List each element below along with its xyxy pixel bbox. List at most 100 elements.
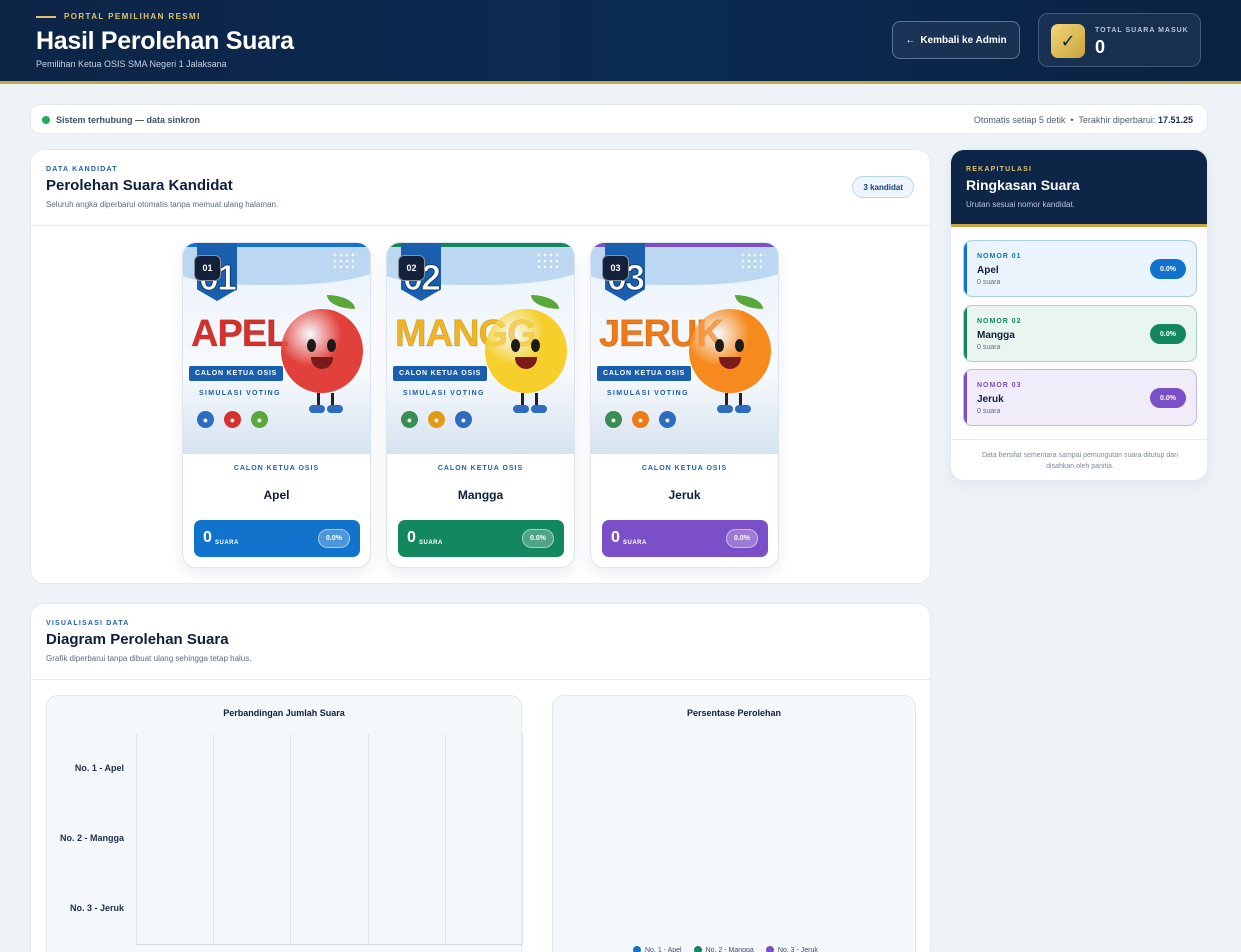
poster-banner: CALON KETUA OSIS <box>393 366 488 381</box>
legend-swatch <box>765 946 774 952</box>
bar-category-label: No. 1 - Apel <box>74 763 124 773</box>
poster-icons: ● ● ● <box>197 411 268 428</box>
chart-gridline <box>213 734 215 944</box>
top-header: PORTAL PEMILIHAN RESMI Hasil Perolehan S… <box>0 0 1241 84</box>
back-to-admin-button[interactable]: ← Kembali ke Admin <box>892 21 1020 59</box>
chart-gridline <box>290 734 292 944</box>
chart-axis <box>136 944 522 945</box>
candidate-name: Mangga <box>457 488 504 502</box>
panel-divider <box>31 679 930 680</box>
summary-header: REKAPITULASI Ringkasan Suara Urutan sesu… <box>951 150 1207 227</box>
poster-banner: CALON KETUA OSIS <box>189 366 284 381</box>
summary-item-accent <box>964 306 967 361</box>
chart-gridline <box>136 734 137 944</box>
summary-item-name: Mangga <box>977 330 1015 341</box>
sync-status-text: Sistem terhubung — data sinkron <box>56 115 201 125</box>
mascot-legs <box>713 393 753 413</box>
vote-count-pill: 0 SUARA 0.0% <box>398 520 564 557</box>
poster-icons: ● ● ● <box>401 411 472 428</box>
auto-refresh-text: Otomatis setiap 5 detik <box>973 115 1066 125</box>
candidate-card: 01APELCALON KETUA OSISSIMULASI VOTING●●●… <box>182 242 371 568</box>
mascot-eye <box>715 339 724 352</box>
fruit-mascot-icon <box>485 295 567 393</box>
legend-swatch <box>633 946 641 952</box>
bar-chart-title: Perbandingan Jumlah Suara <box>223 708 345 718</box>
page-title: Hasil Perolehan Suara <box>36 27 294 55</box>
header-eyebrow: PORTAL PEMILIHAN RESMI <box>36 12 201 21</box>
candidate-number-badge: 03 <box>602 255 629 281</box>
total-votes-label: TOTAL SUARA MASUK <box>1095 27 1189 34</box>
chart-panel: VISUALISASI DATA Diagram Perolehan Suara… <box>30 603 931 952</box>
summary-panel: REKAPITULASI Ringkasan Suara Urutan sesu… <box>950 149 1208 481</box>
legend-label: No. 2 - Mangga <box>705 946 754 952</box>
summary-item-number: NOMOR 01 <box>977 253 1022 260</box>
poster-badge-icon: ● <box>224 411 241 428</box>
connection-status-icon <box>42 116 50 124</box>
candidate-number-badge: 02 <box>398 255 425 281</box>
vote-count-pill: 0 SUARA 0.0% <box>602 520 768 557</box>
vote-percent-badge: 0.0% <box>726 529 758 548</box>
summary-item-votes: 0 suara <box>977 408 1001 415</box>
summary-item-name: Jeruk <box>977 394 1004 405</box>
poster-badge-icon: ● <box>197 411 214 428</box>
candidate-name: Apel <box>263 488 290 502</box>
candidate-card: 03JERUKCALON KETUA OSISSIMULASI VOTING●●… <box>590 242 779 568</box>
last-updated-time: 17.51.25 <box>1157 115 1193 125</box>
mascot-legs <box>509 393 549 413</box>
header-eyebrow-text: PORTAL PEMILIHAN RESMI <box>64 12 201 21</box>
bar-chart: Perbandingan Jumlah Suara No. 1 - Apel No… <box>46 695 523 952</box>
panel-eyebrow: DATA KANDIDAT <box>46 166 118 173</box>
legend-item: No. 1 - Apel <box>633 946 682 952</box>
legend-item: No. 3 - Jeruk <box>765 946 818 952</box>
poster-tagline: SIMULASI VOTING <box>403 390 485 397</box>
summary-item-accent <box>964 370 967 425</box>
poster-badge-icon: ● <box>605 411 622 428</box>
page-subtitle: Pemilihan Ketua OSIS SMA Negeri 1 Jalaks… <box>36 59 227 69</box>
panel-subtitle: Grafik diperbarui tanpa dibuat ulang seh… <box>46 654 252 663</box>
bar-category-label: No. 3 - Jeruk <box>69 903 124 913</box>
chart-gridline <box>522 734 523 944</box>
summary-title: Ringkasan Suara <box>966 177 1080 193</box>
summary-item-percent: 0.0% <box>1150 259 1186 279</box>
poster-icons: ● ● ● <box>605 411 676 428</box>
vote-count: 0 <box>407 529 416 546</box>
vote-unit: SUARA <box>215 540 239 546</box>
poster-tagline: SIMULASI VOTING <box>607 390 689 397</box>
poster-badge-icon: ● <box>632 411 649 428</box>
summary-item: NOMOR 01 Apel 0 suara 0.0% <box>963 240 1197 297</box>
summary-footnote: Data bersifat sementara sampai pemunguta… <box>951 439 1207 480</box>
summary-item-name: Apel <box>977 265 999 276</box>
summary-item-percent: 0.0% <box>1150 388 1186 408</box>
poster-banner: CALON KETUA OSIS <box>597 366 692 381</box>
poster-dots <box>536 252 562 272</box>
back-button-label: Kembali ke Admin <box>920 34 1007 46</box>
poster-badge-icon: ● <box>401 411 418 428</box>
poster-badge-icon: ● <box>455 411 472 428</box>
summary-item-votes: 0 suara <box>977 344 1001 351</box>
summary-eyebrow: REKAPITULASI <box>966 166 1033 173</box>
arrow-left-icon: ← <box>905 34 916 46</box>
pie-chart-title: Persentase Perolehan <box>686 708 782 718</box>
chart-gridline <box>367 734 369 944</box>
poster-name: APEL <box>190 313 289 356</box>
summary-item-votes: 0 suara <box>977 279 1001 286</box>
total-votes-value: 0 <box>1095 37 1106 57</box>
mascot-mouth <box>311 357 333 369</box>
panel-eyebrow: VISUALISASI DATA <box>46 620 130 627</box>
leaf-icon <box>327 295 355 309</box>
candidate-card: 02MANGGACALON KETUA OSISSIMULASI VOTING●… <box>386 242 575 568</box>
legend-swatch <box>693 946 702 952</box>
total-votes-box: ✓ TOTAL SUARA MASUK 0 <box>1038 13 1201 67</box>
vote-unit: SUARA <box>419 540 443 546</box>
pie-legend: No. 1 - Apel No. 2 - Mangga No. 3 - Jeruk <box>633 946 818 952</box>
chart-panel-header: VISUALISASI DATA Diagram Perolehan Suara… <box>46 620 251 663</box>
candidate-count-badge: 3 kandidat <box>852 176 914 198</box>
panel-title: Diagram Perolehan Suara <box>46 631 229 648</box>
mascot-eye <box>735 339 744 352</box>
legend-item: No. 2 - Mangga <box>693 946 754 952</box>
check-icon: ✓ <box>1051 24 1085 58</box>
eyebrow-line <box>36 15 56 18</box>
poster-dots <box>332 252 358 272</box>
panel-divider <box>31 225 930 226</box>
summary-item: NOMOR 02 Mangga 0 suara 0.0% <box>963 305 1197 362</box>
